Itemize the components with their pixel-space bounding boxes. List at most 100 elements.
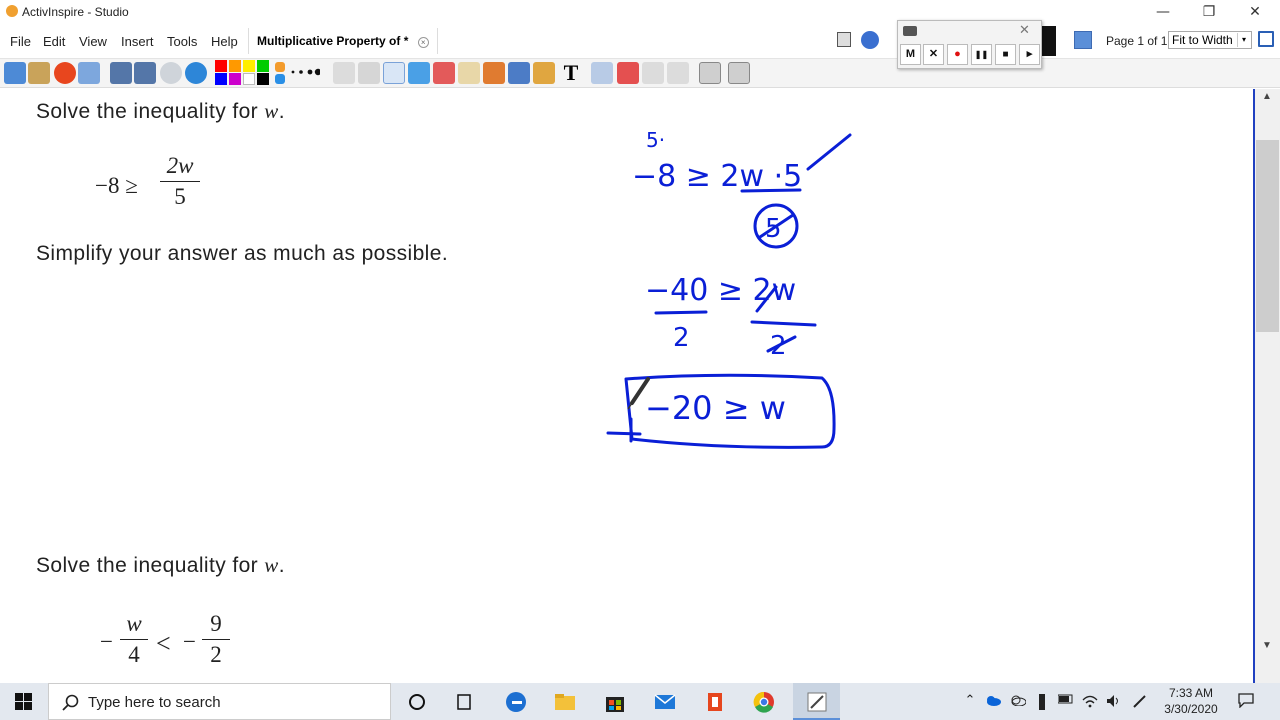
office-icon[interactable] (703, 690, 727, 714)
recorder-window: ✕ M ✕ ● ❚❚ ■ ▸ (897, 20, 1042, 69)
usb-icon[interactable] (1034, 694, 1050, 710)
pen-width-dots-icon[interactable] (290, 65, 322, 76)
blue-swatch[interactable] (215, 73, 227, 85)
ink-fraction-bar-1 (740, 188, 802, 193)
fill-icon[interactable] (458, 62, 480, 84)
store-icon[interactable] (603, 690, 627, 714)
cortana-icon[interactable] (405, 690, 429, 714)
pen-ink-icon[interactable] (1132, 694, 1148, 708)
redo-icon[interactable] (667, 62, 689, 84)
yellow-swatch[interactable] (243, 60, 255, 72)
taskbar-clock[interactable]: 7:33 AM 3/30/2020 (1158, 685, 1224, 717)
ink-step-1: −8 ≥ 2w ·5 (632, 159, 802, 194)
highlighter-icon[interactable] (408, 62, 430, 84)
pen-color-blue-icon[interactable] (275, 74, 285, 84)
main-menu-icon[interactable] (4, 62, 26, 84)
scroll-up-icon[interactable]: ▲ (1258, 91, 1276, 105)
select-icon[interactable] (333, 62, 355, 84)
volume-icon[interactable] (1106, 694, 1122, 708)
page-indicator: Page 1 of 1 (1106, 34, 1168, 48)
scroll-down-icon[interactable]: ▼ (1258, 640, 1276, 654)
ink-denominator-2a: 2 (673, 323, 690, 353)
page-browser-icon[interactable] (837, 32, 851, 47)
pen-icon[interactable] (383, 62, 405, 84)
chevron-down-icon[interactable]: ▾ (1237, 33, 1250, 47)
fullscreen-icon[interactable] (1258, 31, 1274, 47)
close-tab-icon[interactable]: × (417, 37, 429, 48)
wifi-icon[interactable] (1082, 694, 1098, 708)
red-swatch[interactable] (215, 60, 227, 72)
onedrive-personal-icon[interactable] (1010, 694, 1027, 708)
resource-library-icon[interactable] (533, 62, 555, 84)
mail-icon[interactable] (653, 690, 677, 714)
windows-start-icon[interactable] (15, 693, 32, 710)
chrome-icon[interactable] (752, 690, 776, 714)
menu-help[interactable]: Help (211, 34, 238, 49)
ink-fraction-bar-2a (654, 310, 708, 315)
customize-toolbox-icon[interactable] (728, 62, 750, 84)
recorder-pause-button[interactable]: ❚❚ (971, 44, 992, 65)
purple-swatch[interactable] (229, 73, 241, 85)
menu-edit[interactable]: Edit (43, 34, 65, 49)
search-icon (62, 694, 79, 711)
show-hidden-icons-icon[interactable]: ⌃ (962, 694, 978, 708)
previous-page-icon[interactable] (110, 62, 132, 84)
task-view-icon[interactable] (452, 690, 476, 714)
flipchart-canvas[interactable]: Solve the inequality for w. −8 ≥ 2w 5 Si… (0, 89, 1253, 683)
flipchart-strip (1040, 26, 1056, 56)
undo-icon[interactable] (642, 62, 664, 84)
battery-icon[interactable] (1057, 694, 1074, 708)
onedrive-icon[interactable] (985, 694, 1001, 708)
reset-icon[interactable] (617, 62, 639, 84)
browser-icon[interactable] (185, 62, 207, 84)
ink-multiplier: 5· (646, 128, 665, 152)
edge-icon[interactable] (504, 690, 528, 714)
menu-tools[interactable]: Tools (167, 34, 197, 49)
activinspire-taskbar-button[interactable] (793, 683, 840, 720)
white-swatch[interactable] (243, 73, 255, 85)
pen-color-orange-icon[interactable] (275, 62, 285, 72)
scrollbar-thumb[interactable] (1256, 140, 1279, 332)
close-window-button[interactable]: ✕ (1232, 0, 1278, 24)
menu-file[interactable]: File (10, 34, 31, 49)
text-icon[interactable]: T (560, 62, 582, 84)
action-center-icon[interactable] (1238, 693, 1254, 709)
ink-cancel-5-top (806, 133, 852, 171)
shape-icon[interactable] (483, 62, 505, 84)
taskbar-search-box[interactable]: Type here to search (48, 683, 391, 720)
document-tab[interactable]: Multiplicative Property of * × (248, 28, 438, 54)
activinspire-icon (807, 692, 827, 712)
play-icon[interactable] (160, 62, 182, 84)
snowflake-icon[interactable] (1074, 31, 1092, 49)
desktop-annotate-icon[interactable] (78, 62, 100, 84)
recorder-stop-button[interactable]: ■ (995, 44, 1016, 65)
page-view-icon[interactable] (699, 62, 721, 84)
clear-icon[interactable] (591, 62, 613, 84)
next-page-icon[interactable] (134, 62, 156, 84)
minimize-button[interactable]: — (1140, 0, 1186, 24)
recorder-mute-button[interactable]: M (900, 44, 921, 65)
ink-answer: −20 ≥ w (645, 389, 786, 427)
eraser-icon[interactable] (433, 62, 455, 84)
activinspire-app-icon (6, 5, 18, 17)
dual-user-icon[interactable] (54, 62, 76, 84)
recorder-cancel-button[interactable]: ✕ (923, 44, 944, 65)
recorder-play-button[interactable]: ▸ (1019, 44, 1040, 65)
menu-view[interactable]: View (79, 34, 107, 49)
connector-icon[interactable] (508, 62, 530, 84)
zoom-value: Fit to Width (1172, 33, 1233, 47)
browsers-icon[interactable] (28, 62, 50, 84)
restore-button[interactable]: ❐ (1186, 0, 1232, 24)
menu-insert[interactable]: Insert (121, 34, 154, 49)
black-swatch[interactable] (257, 73, 269, 85)
zoom-select[interactable]: Fit to Width ▾ (1168, 31, 1252, 49)
orange-swatch[interactable] (229, 60, 241, 72)
windows-taskbar: Type here to search ⌃ 7:33 AM 3/30/2020 (0, 683, 1280, 720)
connect-icon[interactable] (861, 31, 879, 49)
file-explorer-icon[interactable] (553, 690, 577, 714)
window-title: ActivInspire - Studio (22, 5, 129, 19)
marquee-select-icon[interactable] (358, 62, 380, 84)
recorder-close-icon[interactable]: ✕ (1019, 23, 1030, 38)
green-swatch[interactable] (257, 60, 269, 72)
recorder-record-button[interactable]: ● (947, 44, 968, 65)
